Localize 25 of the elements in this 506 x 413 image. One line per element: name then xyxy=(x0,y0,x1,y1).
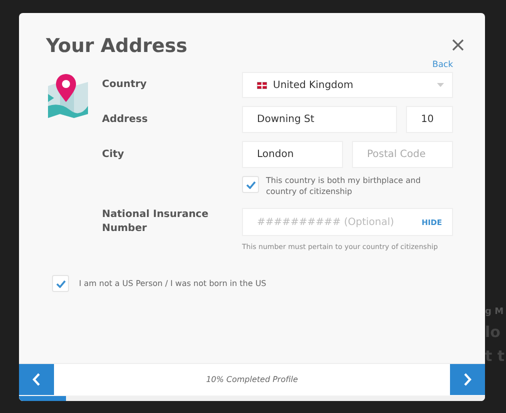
next-button[interactable] xyxy=(450,364,485,395)
field-label: Country xyxy=(102,78,148,92)
checkbox-label: This country is both my birthplace and country of citizenship xyxy=(266,175,422,197)
field-label: National Insurance Number xyxy=(102,208,210,236)
close-icon[interactable] xyxy=(451,38,465,52)
check-icon xyxy=(56,280,66,288)
field-label: City xyxy=(102,148,126,162)
caret-icon xyxy=(437,83,444,87)
checkbox[interactable] xyxy=(242,176,259,193)
chevron-right-icon xyxy=(462,373,472,386)
postal-code-field[interactable]: Postal Code xyxy=(352,141,453,168)
checkbox[interactable] xyxy=(52,275,69,292)
field-label: Address xyxy=(102,112,149,126)
dialog-title: Your Address xyxy=(46,35,188,57)
city-field[interactable]: London xyxy=(242,141,343,168)
progress-text: 10% Completed Profile xyxy=(206,375,298,384)
chevron-left-icon xyxy=(32,373,41,386)
map-pin-icon xyxy=(46,72,90,118)
street-field[interactable]: Downing St xyxy=(242,106,397,133)
check-icon xyxy=(246,180,256,188)
previous-button[interactable] xyxy=(19,364,54,395)
house-number-field[interactable]: 10 xyxy=(406,106,453,133)
country-select[interactable]: United Kingdom xyxy=(242,72,453,98)
checkbox-label: I am not a US Person / I was not born in the US xyxy=(79,278,266,288)
flag-icon xyxy=(257,82,267,88)
